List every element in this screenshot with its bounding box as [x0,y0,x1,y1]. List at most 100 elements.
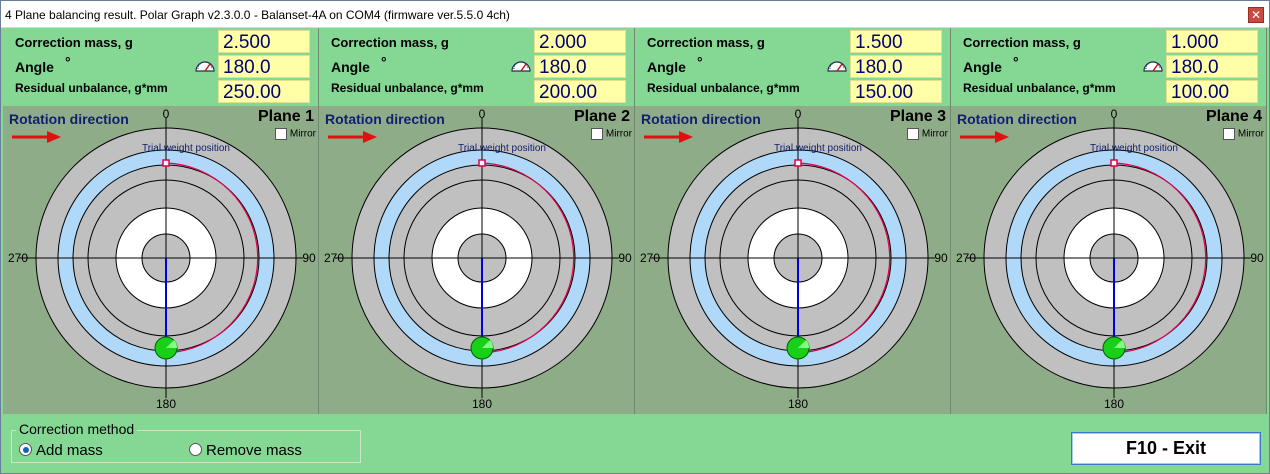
exit-button[interactable]: F10 - Exit [1071,432,1261,465]
angle-gauge-icon [195,61,215,72]
plane-panel-3: Correction mass, g Angle ° Residual unba… [635,28,951,414]
mirror-checkbox-box[interactable] [906,128,919,140]
remove-mass-radio[interactable]: Remove mass [189,442,302,459]
correction-mass-label: Correction mass, g [963,35,1081,50]
remove-mass-radio-dot[interactable] [189,443,202,456]
angle-label: Angle [963,59,1002,75]
residual-unbalance-label: Residual unbalance, g*mm [15,81,168,95]
mirror-checkbox[interactable]: Mirror [590,128,632,140]
polar-graph-svg: 0 90 180 270 Trial weight position [8,107,316,411]
correction-mass-label: Correction mass, g [647,35,765,50]
mirror-checkbox[interactable]: Mirror [906,128,948,140]
polar-graph: 0 90 180 270 Trial weight position Rotation d… [319,106,634,414]
trial-weight-marker [1110,159,1118,167]
remove-mass-label: Remove mass [206,442,302,459]
tick-label-0: 0 [163,107,170,121]
correction-method-title: Correction method [16,421,138,437]
mirror-checkbox-box[interactable] [590,128,603,140]
correction-mass-value: 1.000 [1166,30,1258,53]
trial-weight-position-label: Trial weight position [458,143,546,154]
degree-symbol: ° [381,54,387,70]
tick-label-90: 90 [1250,251,1264,265]
angle-label: Angle [647,59,686,75]
window-title: 4 Plane balancing result. Polar Graph v2… [5,8,510,22]
tick-label-90: 90 [934,251,948,265]
red-arrow-right-icon [644,131,693,143]
residual-unbalance-value: 250.00 [218,80,310,103]
tick-label-270: 270 [8,251,28,265]
mirror-checkbox[interactable]: Mirror [1222,128,1264,140]
plane-info: Correction mass, g Angle ° Residual unba… [951,28,1266,106]
add-mass-radio[interactable]: Add mass [19,442,103,459]
close-icon[interactable]: ✕ [1248,7,1264,23]
residual-unbalance-value: 100.00 [1166,80,1258,103]
tick-label-270: 270 [324,251,344,265]
bottom-bar: Correction method Add mass Remove mass F… [3,414,1267,473]
rotation-direction-label: Rotation direction [957,111,1077,127]
plane-info: Correction mass, g Angle ° Residual unba… [635,28,950,106]
residual-unbalance-value: 200.00 [534,80,626,103]
tick-label-0: 0 [795,107,802,121]
polar-graph-svg: 0 90 180 270 Trial weight position [640,107,948,411]
tick-label-270: 270 [640,251,660,265]
title-bar: 4 Plane balancing result. Polar Graph v2… [1,1,1269,28]
trial-weight-marker [478,159,486,167]
plane-title: Plane 1 [257,108,314,125]
degree-symbol: ° [697,54,703,70]
mirror-checkbox[interactable]: Mirror [274,128,316,140]
polar-graph: 0 90 180 270 Trial weight position Rotation d… [951,106,1266,414]
plane-title: Plane 3 [889,108,946,125]
residual-unbalance-label: Residual unbalance, g*mm [963,81,1116,95]
angle-label: Angle [15,59,54,75]
plane-panel-1: Correction mass, g Angle ° Residual unba… [3,28,319,414]
trial-weight-marker [162,159,170,167]
angle-gauge-icon [827,61,847,72]
rotation-direction-label: Rotation direction [9,111,129,127]
mirror-label: Mirror [1237,128,1264,140]
rotation-direction-label: Rotation direction [325,111,445,127]
angle-value: 180.0 [850,55,942,78]
correction-mass-label: Correction mass, g [15,35,133,50]
red-arrow-right-icon [12,131,61,143]
polar-graph-svg: 0 90 180 270 Trial weight position [324,107,632,411]
residual-unbalance-value: 150.00 [850,80,942,103]
mirror-checkbox-box[interactable] [274,128,287,140]
angle-value: 180.0 [534,55,626,78]
polar-graph-svg: 0 90 180 270 Trial weight position [956,107,1264,411]
correction-mass-label: Correction mass, g [331,35,449,50]
mirror-checkbox-box[interactable] [1222,128,1235,140]
main-content: Correction mass, g Angle ° Residual unba… [3,28,1267,473]
trial-weight-marker [794,159,802,167]
polar-graph: 0 90 180 270 Trial weight position Rotation d… [635,106,950,414]
plane-title: Plane 2 [573,108,630,125]
mirror-label: Mirror [605,128,632,140]
rotation-direction-label: Rotation direction [641,111,761,127]
trial-weight-position-label: Trial weight position [774,143,862,154]
tick-label-270: 270 [956,251,976,265]
residual-unbalance-label: Residual unbalance, g*mm [331,81,484,95]
tick-label-180: 180 [156,397,176,411]
mirror-label: Mirror [289,128,316,140]
degree-symbol: ° [65,54,71,70]
red-arrow-right-icon [960,131,1009,143]
degree-symbol: ° [1013,54,1019,70]
plane-info: Correction mass, g Angle ° Residual unba… [3,28,318,106]
mirror-label: Mirror [921,128,948,140]
tick-label-180: 180 [1104,397,1124,411]
trial-weight-position-label: Trial weight position [142,143,230,154]
tick-label-180: 180 [472,397,492,411]
tick-label-90: 90 [618,251,632,265]
correction-mass-value: 2.500 [218,30,310,53]
plane-info: Correction mass, g Angle ° Residual unba… [319,28,634,106]
balancing-result-window: 4 Plane balancing result. Polar Graph v2… [0,0,1270,474]
tick-label-0: 0 [1111,107,1118,121]
plane-title: Plane 4 [1205,108,1262,125]
tick-label-180: 180 [788,397,808,411]
plane-panel-4: Correction mass, g Angle ° Residual unba… [951,28,1267,414]
correction-mass-value: 2.000 [534,30,626,53]
add-mass-radio-dot[interactable] [19,443,32,456]
tick-label-0: 0 [479,107,486,121]
trial-weight-position-label: Trial weight position [1090,143,1178,154]
angle-gauge-icon [511,61,531,72]
angle-gauge-icon [1143,61,1163,72]
